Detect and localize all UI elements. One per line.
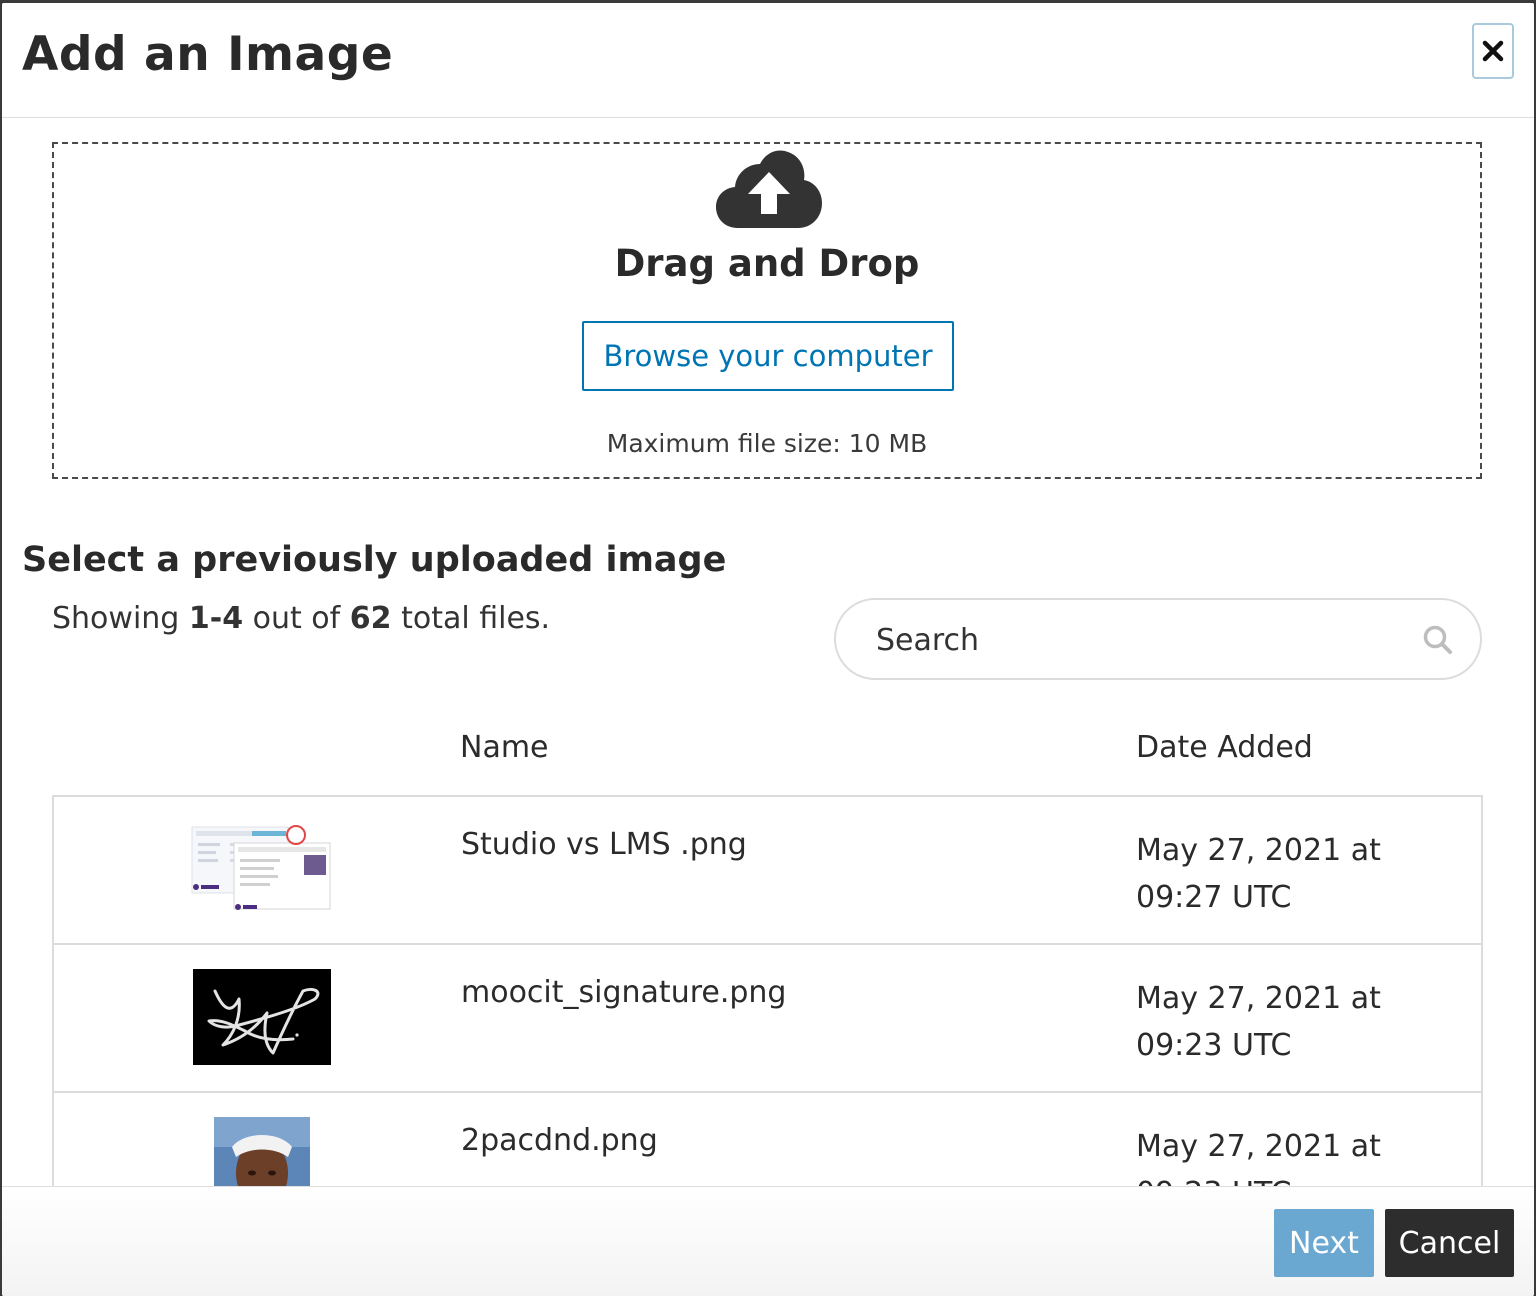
modal-body[interactable]: Drag and Drop Browse your computer Maxim… [2, 118, 1534, 1186]
drag-drop-title: Drag and Drop [614, 242, 920, 285]
drag-drop-zone[interactable]: Drag and Drop Browse your computer Maxim… [52, 142, 1482, 479]
max-file-size-note: Maximum file size: 10 MB [606, 429, 928, 458]
search-icon[interactable] [1422, 624, 1454, 656]
file-name: 2pacdnd.png [461, 1123, 658, 1158]
showing-suffix: total files. [401, 601, 551, 636]
image-table: Studio vs LMS .png May 27, 2021 at 09:27… [52, 795, 1483, 1186]
column-header-date[interactable]: Date Added [1136, 730, 1313, 765]
table-row[interactable]: Studio vs LMS .png May 27, 2021 at 09:27… [54, 797, 1481, 945]
close-icon [1482, 40, 1504, 62]
column-header-name[interactable]: Name [460, 730, 549, 765]
portrait-thumbnail [214, 1117, 310, 1186]
cloud-upload-icon [716, 150, 822, 228]
date-added: May 27, 2021 at 09:23 UTC [1136, 981, 1381, 1063]
showing-total: 62 [349, 601, 392, 636]
showing-middle: out of [252, 601, 341, 636]
signature-thumbnail [193, 969, 331, 1065]
table-row[interactable]: moocit_signature.png May 27, 2021 at 09:… [54, 945, 1481, 1093]
table-row[interactable]: 2pacdnd.png May 27, 2021 at 09:23 UTC [54, 1093, 1481, 1186]
showing-prefix: Showing [52, 601, 180, 636]
modal-title: Add an Image [22, 27, 394, 82]
next-button[interactable]: Next [1274, 1209, 1374, 1277]
showing-count: Showing 1-4 out of 62 total files. [52, 601, 550, 636]
studio-vs-lms-thumbnail [191, 825, 331, 910]
search-input[interactable] [874, 614, 1398, 666]
cancel-button[interactable]: Cancel [1385, 1209, 1514, 1277]
search-box[interactable] [834, 598, 1482, 680]
modal-header: Add an Image [2, 3, 1534, 118]
showing-range: 1-4 [188, 601, 244, 636]
date-added: May 27, 2021 at 09:23 UTC [1136, 1129, 1381, 1186]
gallery-title: Select a previously uploaded image [22, 540, 727, 580]
modal-footer: Next Cancel [2, 1186, 1534, 1296]
date-added: May 27, 2021 at 09:27 UTC [1136, 833, 1381, 915]
file-name: moocit_signature.png [461, 975, 787, 1010]
close-button[interactable] [1472, 23, 1514, 79]
file-name: Studio vs LMS .png [461, 827, 747, 862]
add-image-modal: Add an Image Drag and Drop Browse your c… [2, 3, 1534, 1296]
browse-computer-button[interactable]: Browse your computer [582, 321, 954, 391]
